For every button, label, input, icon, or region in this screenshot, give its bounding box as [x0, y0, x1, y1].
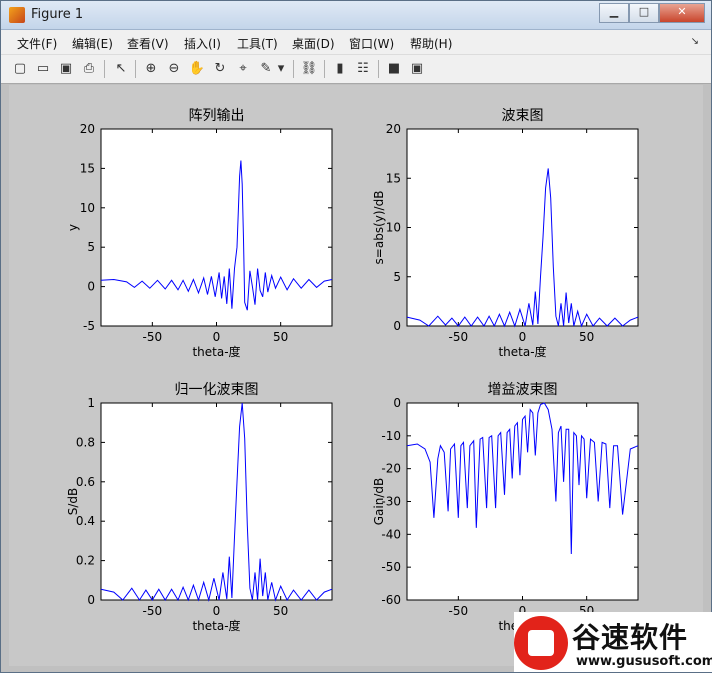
new-figure-icon[interactable]: ▢ [11, 60, 29, 78]
zoom-in-icon[interactable]: ⊕ [142, 60, 160, 78]
y-tick-label: -50 [381, 560, 401, 574]
subplots-svg: -50 0 50-505101520阵列输出theta-度y-50 0 50051015… [66, 108, 639, 633]
y-axis-label: S/dB [66, 488, 80, 516]
axes-box [100, 402, 333, 601]
y-tick-label: 5 [87, 240, 95, 254]
y-tick-label: 0 [393, 396, 401, 410]
y-tick-label: -20 [381, 462, 401, 476]
y-tick-label: 0.2 [76, 554, 95, 568]
x-tick-label: -50 [449, 604, 469, 618]
y-tick-label: 20 [386, 122, 401, 136]
show-tools-icon[interactable]: ▣ [408, 60, 426, 78]
save-icon[interactable]: ▣ [57, 60, 75, 78]
toolbar-separator [324, 60, 325, 78]
axes-box [406, 128, 639, 327]
figure-canvas: -50 0 50 -5 0 5 10 15 20 阵列输出 theta-度 y -50 0 50 0 5 10 15… [9, 85, 703, 666]
x-tick-label: -50 [449, 330, 469, 344]
menu-bar: 文件(F) 编辑(E) 查看(V) 插入(I) 工具(T) 桌面(D) 窗口(W… [1, 30, 711, 55]
window-controls: ▁ □ ✕ [599, 3, 705, 23]
x-axis-label: theta-度 [498, 344, 546, 359]
x-tick-label: -50 [143, 330, 163, 344]
x-axis-label: theta-度 [192, 618, 240, 633]
matlab-icon [9, 7, 25, 23]
y-tick-label: 10 [80, 201, 95, 215]
x-tick-label: 0 [213, 604, 221, 618]
zoom-out-icon[interactable]: ⊖ [165, 60, 183, 78]
open-file-icon[interactable]: ▭ [34, 60, 52, 78]
y-tick-label: 1 [87, 396, 95, 410]
data-cursor-icon[interactable]: ⌖ [234, 60, 252, 78]
chart-title: 波束图 [502, 108, 544, 124]
link-icon[interactable]: ⛓ [300, 60, 318, 78]
y-axis-label: Gain/dB [372, 478, 386, 525]
menu-view[interactable]: 查看(V) [127, 35, 169, 52]
y-tick-label: 0 [87, 280, 95, 294]
minimize-button[interactable]: ▁ [599, 3, 629, 23]
menu-overflow-icon[interactable]: ↘ [691, 36, 699, 47]
legend-icon[interactable]: ☷ [354, 60, 372, 78]
toolbar-separator [104, 60, 105, 78]
figure-window: Figure 1 ▁ □ ✕ 文件(F) 编辑(E) 查看(V) 插入(I) 工… [0, 0, 712, 673]
y-tick-label: 10 [386, 221, 401, 235]
y-tick-label: -5 [83, 319, 95, 333]
y-axis-label: s=abs(y)/dB [372, 191, 386, 265]
menu-insert[interactable]: 插入(I) [184, 35, 221, 52]
x-tick-label: -50 [143, 604, 163, 618]
menu-edit[interactable]: 编辑(E) [72, 35, 113, 52]
watermark-logo [514, 616, 568, 670]
brush-icon[interactable]: ✎ [257, 60, 275, 78]
x-axis-label: theta-度 [192, 344, 240, 359]
x-tick-label: 50 [273, 604, 288, 618]
pointer-icon[interactable]: ↖ [112, 60, 130, 78]
x-tick-label: 50 [273, 330, 288, 344]
y-tick-label: 5 [393, 270, 401, 284]
y-axis-label: y [66, 224, 80, 231]
colorbar-icon[interactable]: ▮ [331, 60, 349, 78]
pan-icon[interactable]: ✋ [188, 60, 206, 78]
y-tick-label: 15 [80, 161, 95, 175]
menu-desktop[interactable]: 桌面(D) [292, 35, 335, 52]
y-tick-label: 0.6 [76, 475, 95, 489]
title-bar[interactable]: Figure 1 ▁ □ ✕ [1, 1, 711, 30]
x-tick-label: 0 [213, 330, 221, 344]
toolbar-separator [135, 60, 136, 78]
toolbar: ▢ ▭ ▣ ⎙ ↖ ⊕ ⊖ ✋ ↻ ⌖ ✎ ▾ ⛓ ▮ ☷ ■ ▣ [1, 55, 711, 84]
hide-tools-icon[interactable]: ■ [385, 60, 403, 78]
y-tick-label: 15 [386, 171, 401, 185]
y-tick-label: -60 [381, 593, 401, 607]
y-tick-label: 0 [393, 319, 401, 333]
menu-file[interactable]: 文件(F) [17, 35, 57, 52]
y-tick-label: 0 [87, 593, 95, 607]
chart-title: 增益波束图 [488, 382, 558, 398]
maximize-button[interactable]: □ [629, 3, 659, 23]
menu-window[interactable]: 窗口(W) [349, 35, 394, 52]
x-tick-label: 0 [519, 330, 527, 344]
y-tick-label: -10 [381, 429, 401, 443]
chart-title: 归一化波束图 [175, 381, 259, 398]
rotate-icon[interactable]: ↻ [211, 60, 229, 78]
x-tick-label: 50 [579, 330, 594, 344]
toolbar-separator [378, 60, 379, 78]
window-title: Figure 1 [31, 7, 84, 22]
watermark-url: www.gususoft.com [576, 654, 712, 669]
y-tick-label: 0.8 [76, 435, 95, 449]
print-icon[interactable]: ⎙ [80, 60, 98, 78]
y-tick-label: 20 [80, 122, 95, 136]
watermark: 谷速软件 www.gususoft.com [514, 612, 712, 672]
menu-help[interactable]: 帮助(H) [410, 35, 452, 52]
axes-box [406, 402, 639, 601]
menu-tools[interactable]: 工具(T) [237, 35, 278, 52]
toolbar-separator [293, 60, 294, 78]
chart-title: 阵列输出 [189, 108, 245, 124]
close-button[interactable]: ✕ [659, 3, 705, 23]
axes-box [100, 128, 333, 327]
y-tick-label: -40 [381, 527, 401, 541]
watermark-name: 谷速软件 [572, 621, 689, 654]
y-tick-label: 0.4 [76, 514, 95, 528]
brush-dropdown-icon[interactable]: ▾ [276, 60, 286, 78]
